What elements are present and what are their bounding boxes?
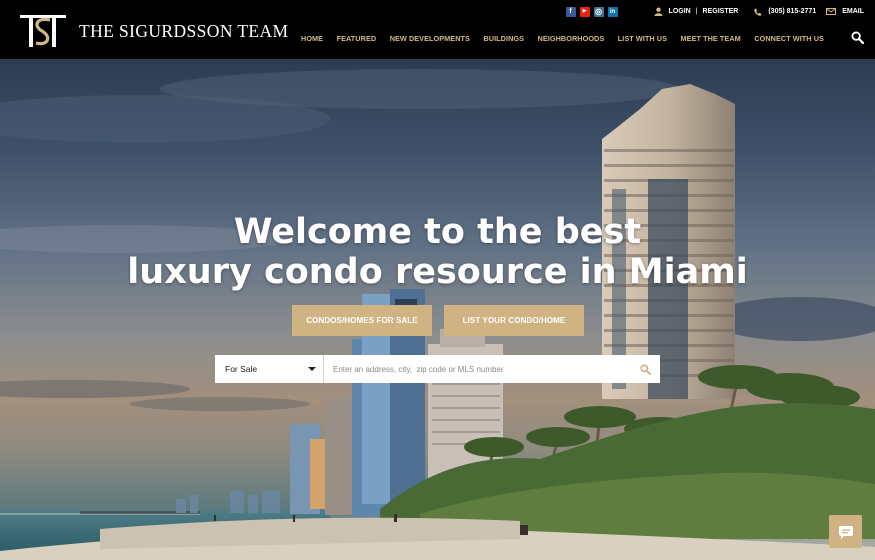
nav-new-developments[interactable]: NEW DEVELOPMENTS [390, 34, 470, 43]
login-link[interactable]: LOGIN [669, 8, 691, 15]
phone-number: (305) 815-2771 [768, 8, 817, 15]
nav-featured[interactable]: FEATURED [337, 34, 377, 43]
account-links: LOGIN | REGISTER [653, 7, 739, 16]
main-nav: HOME FEATURED NEW DEVELOPMENTS BUILDINGS… [301, 34, 824, 43]
list-your-condo-button[interactable]: LIST YOUR CONDO/HOME [444, 305, 584, 336]
nav-neighborhoods[interactable]: NEIGHBORHOODS [538, 34, 605, 43]
miami-beach-skyline-image [0, 69, 875, 560]
social-links: f ▶ ◎ in [565, 6, 618, 17]
caret-down-icon [308, 367, 316, 371]
instagram-icon[interactable]: ◎ [593, 6, 604, 17]
search-icon[interactable] [851, 31, 864, 44]
nav-connect-with-us[interactable]: CONNECT WITH US [754, 34, 824, 43]
site-header: THE SIGURDSSON TEAM f ▶ ◎ in LOGIN | REG… [0, 0, 875, 59]
search-icon [639, 363, 651, 375]
hero-headline-line-1: Welcome to the best [233, 212, 642, 252]
condos-homes-for-sale-button[interactable]: CONDOS/HOMES FOR SALE [292, 305, 432, 336]
nav-buildings[interactable]: BUILDINGS [483, 34, 524, 43]
hero-section: Welcome to the best luxury condo resourc… [0, 59, 875, 560]
register-link[interactable]: REGISTER [703, 8, 739, 15]
facebook-icon[interactable]: f [565, 6, 576, 17]
login-register-separator: | [695, 8, 698, 15]
chat-bubble-icon [838, 525, 853, 539]
property-search-bar: For Sale [215, 355, 660, 383]
chat-button[interactable] [829, 515, 862, 548]
linkedin-icon[interactable]: in [607, 6, 618, 17]
listing-type-select[interactable]: For Sale [215, 355, 324, 383]
property-search-input[interactable] [324, 355, 630, 383]
user-icon [653, 7, 663, 16]
hero-headline: Welcome to the best luxury condo resourc… [0, 212, 875, 292]
nav-meet-the-team[interactable]: MEET THE TEAM [681, 34, 741, 43]
monogram-logo-icon [20, 15, 66, 47]
brand-name: THE SIGURDSSON TEAM [79, 20, 289, 41]
nav-list-with-us[interactable]: LIST WITH US [618, 34, 667, 43]
email-label: EMAIL [842, 8, 864, 15]
phone-link[interactable]: (305) 815-2771 [754, 7, 817, 16]
nav-home[interactable]: HOME [301, 34, 323, 43]
youtube-icon[interactable]: ▶ [579, 6, 590, 17]
listing-type-value: For Sale [225, 364, 258, 374]
envelope-icon [826, 8, 837, 15]
property-search-submit[interactable] [630, 355, 660, 383]
utility-bar: f ▶ ◎ in LOGIN | REGISTER (305) 815-2771… [565, 6, 864, 17]
hero-headline-line-2: luxury condo resource in Miami [127, 252, 748, 292]
email-link[interactable]: EMAIL [826, 8, 864, 15]
phone-icon [754, 7, 762, 16]
brand-logo[interactable]: THE SIGURDSSON TEAM [20, 13, 289, 49]
